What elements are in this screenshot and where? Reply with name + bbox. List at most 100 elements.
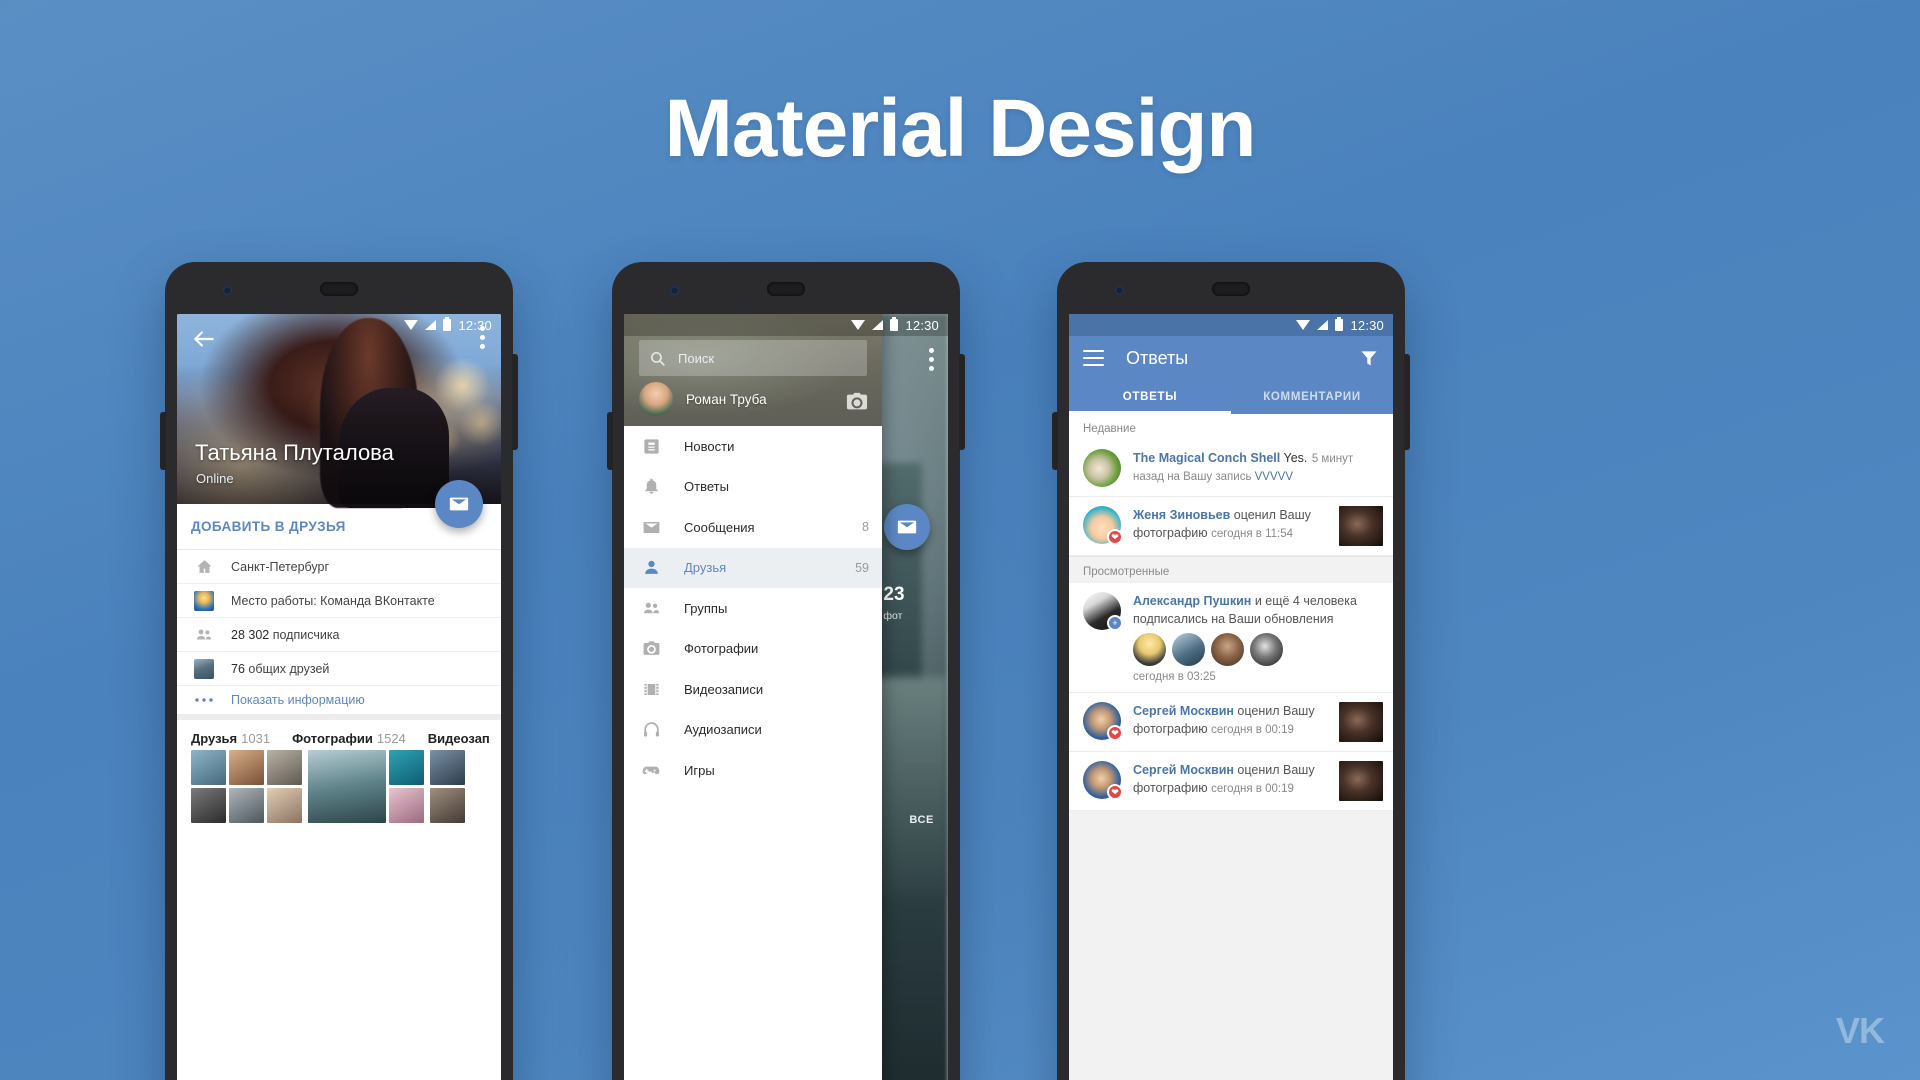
camera-icon[interactable] xyxy=(846,391,868,410)
wifi-icon xyxy=(851,320,866,330)
see-all-button[interactable]: ВСЕ xyxy=(909,814,934,826)
tab-answers[interactable]: ОТВЕТЫ xyxy=(1069,380,1231,414)
phone1-bezel xyxy=(177,262,501,314)
tab-comments[interactable]: КОММЕНТАРИИ xyxy=(1231,380,1393,414)
notification-item[interactable]: ❤ Сергей Москвин оценил Вашу фотографию … xyxy=(1069,752,1393,811)
profile-name: Татьяна Плуталова xyxy=(195,440,394,465)
badge-messages: 8 xyxy=(862,520,869,535)
drawer-item-photos[interactable]: Фотографии xyxy=(624,629,882,670)
wifi-icon xyxy=(404,320,419,330)
avatar: ❤ xyxy=(1083,506,1123,545)
section-header-viewed: Просмотренные xyxy=(1069,556,1393,583)
earpiece-speaker xyxy=(1212,282,1250,296)
notification-meta: сегодня в 00:19 xyxy=(1211,783,1294,795)
status-bar: 12:30 xyxy=(177,314,501,336)
app-bar: Ответы xyxy=(1069,336,1393,380)
info-row-mutual-friends[interactable]: 76 общих друзей xyxy=(177,652,501,686)
signal-icon xyxy=(1317,320,1329,330)
drawer-item-groups[interactable]: Группы xyxy=(624,588,882,629)
clock: 12:30 xyxy=(458,317,492,333)
video-icon xyxy=(640,678,662,700)
hamburger-icon[interactable] xyxy=(1083,349,1104,367)
notification-item[interactable]: ❤ Женя Зиновьев оценил Вашу фотографию с… xyxy=(1069,497,1393,556)
notification-meta: сегодня в 00:19 xyxy=(1211,724,1294,736)
drawer-item-games[interactable]: Игры xyxy=(624,750,882,791)
send-message-fab[interactable] xyxy=(435,480,483,528)
tab-bar: ОТВЕТЫ КОММЕНТАРИИ xyxy=(1069,380,1393,414)
friends-thumb-grid[interactable] xyxy=(191,750,302,823)
notification-item[interactable]: The Magical Conch Shell Yes. 5 минут наз… xyxy=(1069,440,1393,497)
avatar xyxy=(639,382,673,416)
info-row-city-label: Санкт-Петербург xyxy=(231,559,330,574)
friend-thumb xyxy=(194,658,214,679)
battery-icon xyxy=(890,317,899,331)
drawer-item-videos[interactable]: Видеозаписи xyxy=(624,669,882,710)
avatar: ❤ xyxy=(1083,761,1123,800)
gamepad-icon xyxy=(640,759,662,781)
news-icon xyxy=(640,435,662,457)
avatar: ❤ xyxy=(1083,702,1123,741)
notification-body: Александр Пушкин и ещё 4 человека подпис… xyxy=(1133,592,1383,683)
signal-icon xyxy=(872,320,884,330)
notification-thumbnail[interactable] xyxy=(1339,761,1383,801)
notification-post-link[interactable]: VVVVV xyxy=(1255,471,1293,483)
phone-notifications: 12:30 Ответы ОТВЕТЫ КОММЕНТАРИИ Недавние… xyxy=(1052,262,1410,1080)
earpiece-speaker xyxy=(320,282,358,296)
show-info-row[interactable]: Показать информацию xyxy=(177,686,501,720)
info-row-work[interactable]: Место работы: Команда ВКонтакте xyxy=(177,584,501,618)
notification-thumbnail[interactable] xyxy=(1339,506,1383,546)
show-info-label: Показать информацию xyxy=(231,693,365,707)
notification-body: The Magical Conch Shell Yes. 5 минут наз… xyxy=(1133,449,1383,487)
section-counts: Друзья 1031 Фотографии 1524 Видеозап xyxy=(177,720,501,750)
signal-icon xyxy=(425,320,437,330)
notification-meta: сегодня в 03:25 xyxy=(1133,671,1216,683)
notification-item[interactable]: ❤ Сергей Москвин оценил Вашу фотографию … xyxy=(1069,693,1393,752)
notification-thumbnail[interactable] xyxy=(1339,702,1383,742)
count-videos[interactable]: Видеозап xyxy=(428,731,494,746)
plus-icon: + xyxy=(1107,615,1123,631)
earpiece-speaker xyxy=(767,282,805,296)
info-row-work-label: Место работы: Команда ВКонтакте xyxy=(231,593,435,608)
phone3-bezel xyxy=(1069,262,1393,314)
behind-count-2: 23 xyxy=(883,584,905,605)
notification-text: Александр Пушкин и ещё 4 человека подпис… xyxy=(1133,594,1357,626)
drawer-item-answers[interactable]: Ответы xyxy=(624,467,882,508)
subscriber-avatars[interactable] xyxy=(1133,633,1383,666)
filter-icon[interactable] xyxy=(1359,348,1379,368)
count-photos[interactable]: Фотографии 1524 xyxy=(292,731,406,746)
avatar xyxy=(1211,633,1244,666)
wifi-icon xyxy=(1296,320,1311,330)
count-friends[interactable]: Друзья 1031 xyxy=(191,731,270,746)
thumbnail-strips xyxy=(177,750,501,823)
front-camera-icon xyxy=(1115,286,1124,295)
videos-thumb-grid[interactable] xyxy=(430,750,465,823)
subscribers-count: 28 302 xyxy=(231,627,270,642)
info-row-subscribers[interactable]: 28 302 подписчика xyxy=(177,618,501,652)
drawer-account[interactable]: Роман Труба xyxy=(639,382,767,416)
section-header-recent: Недавние xyxy=(1069,414,1393,440)
bell-icon xyxy=(640,476,662,498)
drawer-item-news[interactable]: Новости xyxy=(624,426,882,467)
phone2-screen: 12:30 6 пп 23 фот ВСЕ По xyxy=(624,314,948,1080)
headphones-icon xyxy=(640,719,662,741)
overflow-menu-icon[interactable] xyxy=(929,348,934,375)
heart-icon: ❤ xyxy=(1107,725,1123,741)
drawer-item-messages[interactable]: Сообщения 8 xyxy=(624,507,882,548)
profile-status: Online xyxy=(196,471,234,486)
info-row-city[interactable]: Санкт-Петербург xyxy=(177,550,501,584)
photos-thumb-grid[interactable] xyxy=(308,750,424,823)
avatar xyxy=(1083,449,1121,487)
search-input[interactable]: Поиск xyxy=(639,340,867,376)
notification-item[interactable]: + Александр Пушкин и ещё 4 человека подп… xyxy=(1069,583,1393,693)
home-icon xyxy=(191,558,217,575)
drawer-item-audio[interactable]: Аудиозаписи xyxy=(624,710,882,751)
drawer-item-friends[interactable]: Друзья 59 xyxy=(624,547,882,588)
battery-icon xyxy=(443,317,452,331)
send-message-fab[interactable] xyxy=(884,504,930,550)
profile-cover-photo: 12:30 Татьяна Плуталова Online xyxy=(177,314,501,528)
heart-icon: ❤ xyxy=(1107,784,1123,800)
status-bar: 12:30 xyxy=(1069,314,1393,336)
front-camera-icon xyxy=(670,286,679,295)
account-name: Роман Труба xyxy=(686,391,767,407)
notification-body: Сергей Москвин оценил Вашу фотографию се… xyxy=(1133,761,1331,801)
